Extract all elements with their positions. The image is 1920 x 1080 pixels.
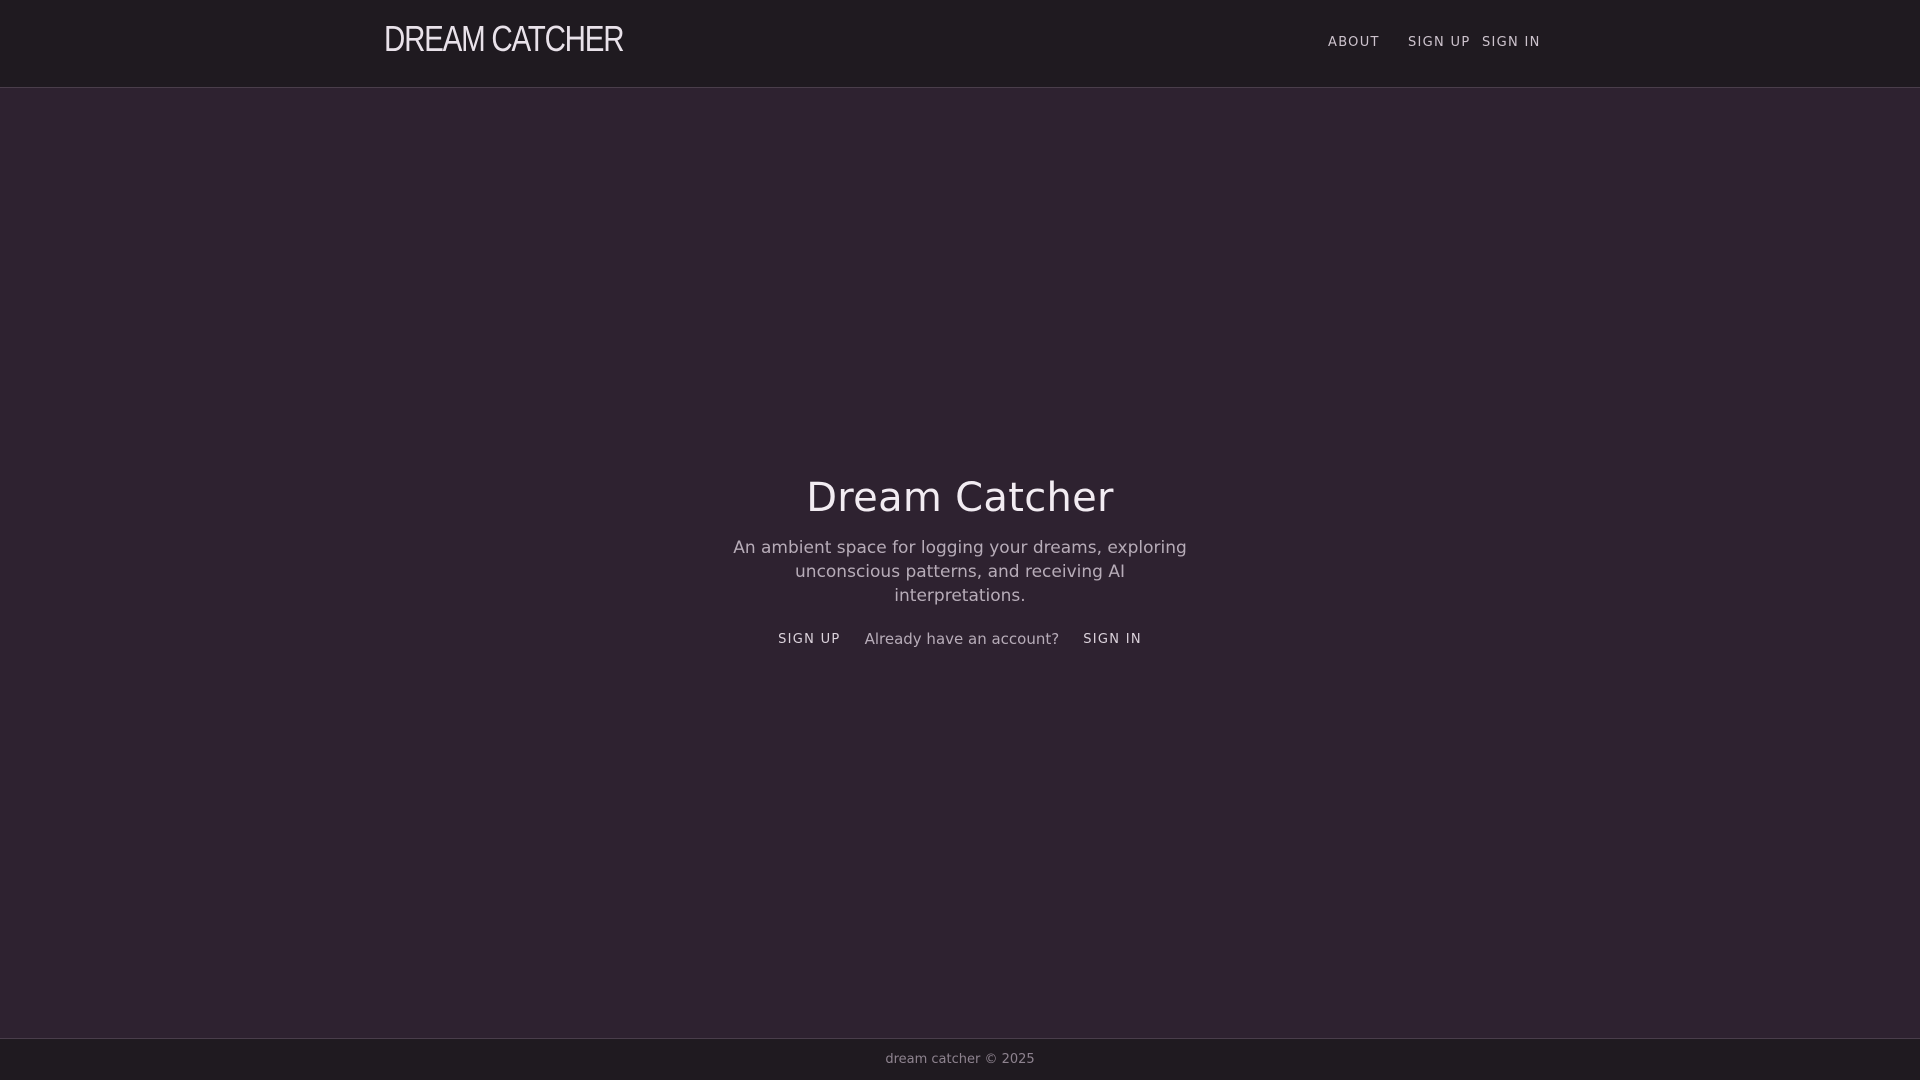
page-footer: dream catcher © 2025	[0, 1038, 1920, 1080]
site-logo[interactable]: DREAM CATCHER	[384, 18, 625, 60]
hero-actions: SIGN UP Already have an account? SIGN IN	[0, 630, 1920, 648]
hero-section: Dream Catcher An ambient space for loggi…	[0, 470, 1920, 648]
hero-title: Dream Catcher	[806, 475, 1114, 521]
top-navbar: DREAM CATCHER ABOUT SIGN UP SIGN IN	[0, 0, 1920, 88]
hero-sign-up-link[interactable]: SIGN UP	[778, 632, 840, 647]
account-prompt: Already have an account?	[864, 630, 1060, 648]
nav-about-link[interactable]: ABOUT	[1328, 35, 1380, 50]
landing-page: DREAM CATCHER ABOUT SIGN UP SIGN IN Drea…	[0, 0, 1920, 1080]
footer-copyright: dream catcher © 2025	[885, 1052, 1035, 1067]
hero-sign-in-link[interactable]: SIGN IN	[1083, 632, 1142, 647]
nav-sign-in-link[interactable]: SIGN IN	[1482, 35, 1541, 50]
hero-description: An ambient space for logging your dreams…	[733, 538, 1187, 606]
nav-sign-up-link[interactable]: SIGN UP	[1408, 35, 1470, 50]
